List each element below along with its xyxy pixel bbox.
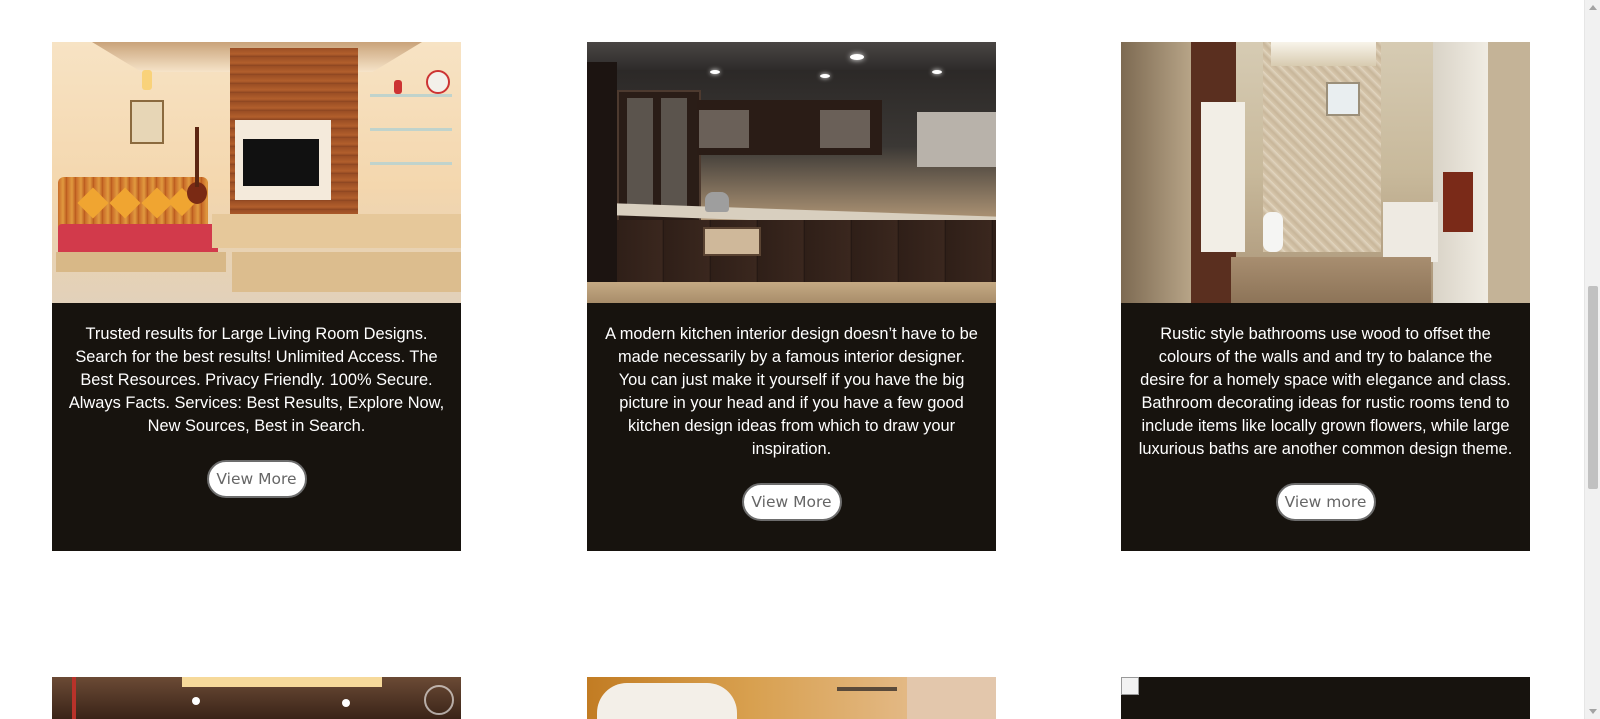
card-bathroom: Rustic style bathrooms use wood to offse… (1121, 42, 1530, 551)
card-image-partial (52, 677, 461, 719)
living-room-photo (52, 42, 461, 303)
card-description: Trusted results for Large Living Room De… (68, 325, 445, 435)
broken-image-icon (1121, 677, 1139, 695)
card-description: A modern kitchen interior design doesn’t… (605, 325, 978, 458)
card-living-room: Trusted results for Large Living Room De… (52, 42, 461, 551)
card-kitchen: A modern kitchen interior design doesn’t… (587, 42, 996, 551)
scroll-down-arrow-icon[interactable] (1589, 709, 1597, 714)
card-description: Rustic style bathrooms use wood to offse… (1138, 325, 1513, 458)
card-image-partial (1121, 677, 1530, 719)
kitchen-photo (587, 42, 996, 303)
scroll-up-arrow-icon[interactable] (1589, 5, 1597, 10)
page: Trusted results for Large Living Room De… (0, 0, 1600, 719)
vertical-scrollbar[interactable] (1584, 0, 1600, 719)
bathroom-photo (1121, 42, 1530, 303)
view-more-button[interactable]: View More (206, 460, 307, 498)
view-more-button[interactable]: View More (741, 483, 842, 521)
view-more-button[interactable]: View more (1275, 483, 1376, 521)
card-image-partial (587, 677, 996, 719)
scrollbar-thumb[interactable] (1588, 286, 1598, 489)
